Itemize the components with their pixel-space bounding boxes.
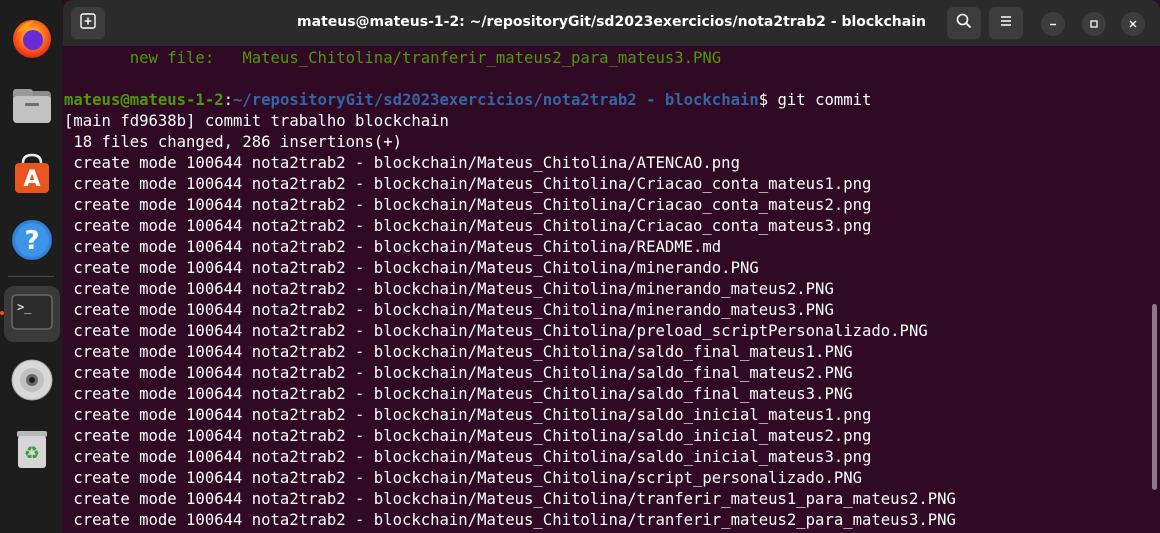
output-line: create mode 100644 nota2trab2 - blockcha… [64, 364, 853, 382]
output-line: create mode 100644 nota2trab2 - blockcha… [64, 196, 872, 214]
minimize-button[interactable] [1041, 12, 1065, 36]
output-line: create mode 100644 nota2trab2 - blockcha… [64, 322, 928, 340]
previous-output-line: new file: Mateus_Chitolina/tranferir_mat… [64, 49, 722, 67]
hamburger-menu-icon [998, 13, 1014, 33]
output-line: create mode 100644 nota2trab2 - blockcha… [64, 469, 862, 487]
output-line: create mode 100644 nota2trab2 - blockcha… [64, 511, 956, 529]
output-line: create mode 100644 nota2trab2 - blockcha… [64, 448, 872, 466]
files-icon [9, 83, 55, 133]
dock: A ? >_ ♻ [0, 0, 63, 533]
output-line: create mode 100644 nota2trab2 - blockcha… [64, 490, 956, 508]
firefox-launcher[interactable] [4, 12, 60, 68]
help-icon: ? [9, 217, 55, 267]
output-line: create mode 100644 nota2trab2 - blockcha… [64, 217, 872, 235]
menu-button[interactable] [989, 7, 1023, 39]
prompt-path: ~/repositoryGit/sd2023exercicios/nota2tr… [233, 91, 759, 109]
svg-text:A: A [23, 167, 40, 192]
minimize-icon [1047, 15, 1059, 34]
trash-icon: ♻ [9, 425, 55, 475]
files-launcher[interactable] [4, 80, 60, 136]
output-line: 18 files changed, 286 insertions(+) [64, 133, 402, 151]
dock-separator [8, 276, 54, 277]
svg-text:?: ? [24, 226, 39, 256]
output-line: create mode 100644 nota2trab2 - blockcha… [64, 238, 722, 256]
disc-launcher[interactable] [4, 354, 60, 410]
terminal-window: mateus@mateus-1-2: ~/repositoryGit/sd202… [63, 0, 1160, 533]
scrollbar-thumb[interactable] [1152, 304, 1157, 490]
terminal-output[interactable]: new file: Mateus_Chitolina/tranferir_mat… [63, 46, 1160, 533]
prompt-command: git commit [768, 91, 872, 109]
prompt-user-host: mateus@mateus-1-2 [64, 91, 224, 109]
output-line: create mode 100644 nota2trab2 - blockcha… [64, 301, 834, 319]
terminal-icon: >_ [9, 289, 55, 339]
close-icon [1127, 15, 1139, 34]
output-line: [main fd9638b] commit trabalho blockchai… [64, 112, 449, 130]
close-button[interactable] [1121, 12, 1145, 36]
title-bar[interactable]: mateus@mateus-1-2: ~/repositoryGit/sd202… [63, 0, 1160, 46]
app-center-icon: A [9, 151, 55, 201]
search-button[interactable] [947, 7, 981, 39]
search-icon [955, 12, 973, 34]
svg-text:♻: ♻ [24, 443, 40, 464]
prompt-line: mateus@mateus-1-2:~/repositoryGit/sd2023… [64, 90, 871, 111]
trash-launcher[interactable]: ♻ [4, 422, 60, 478]
help-launcher[interactable]: ? [4, 214, 60, 270]
output-line: create mode 100644 nota2trab2 - blockcha… [64, 427, 872, 445]
output-line: create mode 100644 nota2trab2 - blockcha… [64, 154, 740, 172]
svg-text:>_: >_ [17, 300, 32, 314]
output-line: create mode 100644 nota2trab2 - blockcha… [64, 406, 872, 424]
firefox-icon [9, 15, 55, 65]
output-line: create mode 100644 nota2trab2 - blockcha… [64, 259, 759, 277]
prompt-dollar: $ [758, 91, 769, 109]
output-line: create mode 100644 nota2trab2 - blockcha… [64, 385, 853, 403]
maximize-button[interactable] [1082, 12, 1106, 36]
output-line: create mode 100644 nota2trab2 - blockcha… [64, 175, 872, 193]
maximize-icon [1088, 15, 1100, 34]
terminal-launcher[interactable]: >_ [4, 286, 60, 342]
app-center-launcher[interactable]: A [4, 148, 60, 204]
output-line: create mode 100644 nota2trab2 - blockcha… [64, 343, 853, 361]
disc-icon [9, 357, 55, 407]
output-line: create mode 100644 nota2trab2 - blockcha… [64, 280, 834, 298]
prompt-colon: : [223, 91, 233, 109]
